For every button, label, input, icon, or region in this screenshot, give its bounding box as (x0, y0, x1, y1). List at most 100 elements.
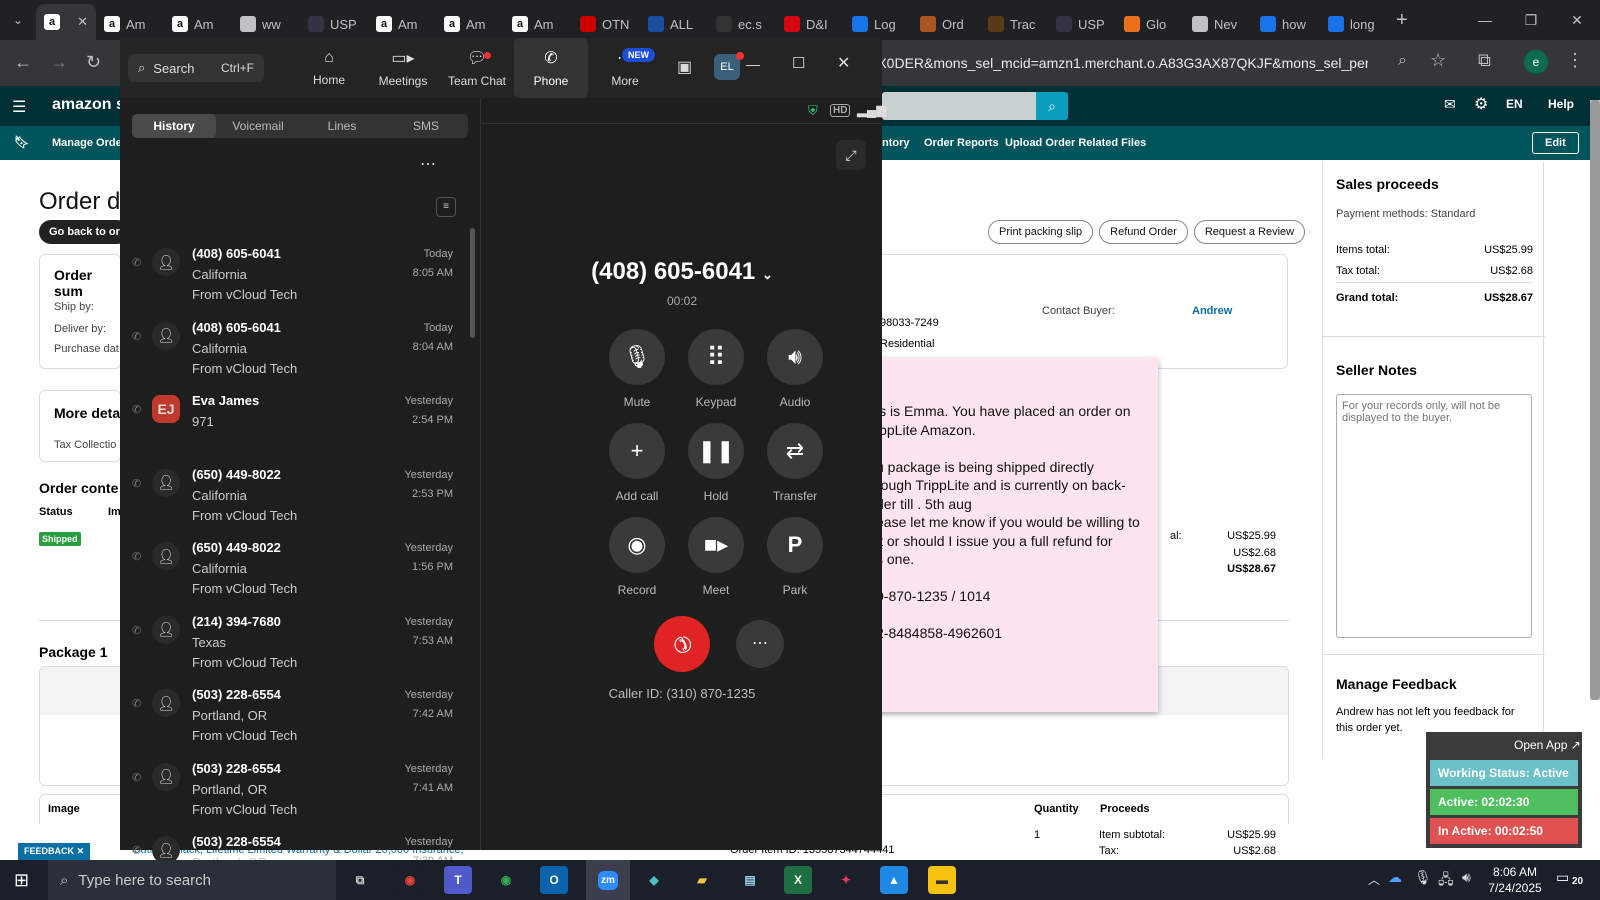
browser-tab[interactable]: a Am (96, 8, 164, 40)
outlook-icon[interactable]: O (540, 866, 568, 894)
mail-icon[interactable]: ✉ (1444, 96, 1456, 113)
browser-tab[interactable]: a Am (504, 8, 572, 40)
browser-tab[interactable]: how (1252, 8, 1320, 40)
browser-tab[interactable]: USP (300, 8, 368, 40)
taskbar-clock[interactable]: 8:06 AM 7/24/2025 (1486, 864, 1544, 896)
browser-tab[interactable]: long (1320, 8, 1388, 40)
nav-manage-orders[interactable]: Manage Order (52, 137, 126, 149)
excel-icon[interactable]: X (784, 866, 812, 894)
reload-icon[interactable]: ↻ (86, 52, 101, 73)
call-history-row[interactable]: ✆ 👤︎ (650) 449-8022 California From vCloud T… (120, 459, 465, 533)
bookmark-icon[interactable]: 🔖︎ (14, 135, 29, 149)
request-review-button[interactable]: Request a Review (1193, 220, 1306, 244)
tab-voicemail[interactable]: Voicemail (216, 114, 300, 138)
task-view-icon[interactable]: ⧉ (346, 866, 374, 894)
speaker-icon[interactable]: 🔊︎ (767, 329, 823, 385)
control-record[interactable]: ◉ Record (592, 517, 682, 597)
microphone-icon[interactable]: 🎙︎ (609, 329, 665, 385)
menu-dots-icon[interactable]: ⋮ (1566, 50, 1584, 71)
park-icon[interactable]: P (767, 517, 823, 573)
browser-tab[interactable]: a Am (436, 8, 504, 40)
tab-lines[interactable]: Lines (300, 114, 384, 138)
back-icon[interactable]: ← (14, 52, 32, 73)
notification-icon[interactable]: ▭ (1556, 869, 1569, 886)
more-call-options-button[interactable]: ⋯ (736, 620, 784, 668)
extensions-icon[interactable]: ⧉ (1478, 50, 1491, 71)
history-scrollbar[interactable] (470, 228, 475, 338)
browser-tab[interactable]: Glo (1116, 8, 1184, 40)
call-history-row[interactable]: ✆ 👤︎ (408) 605-6041 California From vCloud T… (120, 238, 465, 312)
browser-tab[interactable]: ww (232, 8, 300, 40)
chrome-icon[interactable]: ◉ (396, 866, 424, 894)
forward-icon[interactable]: → (50, 52, 68, 73)
nav-order-reports[interactable]: Order Reports (924, 137, 999, 149)
close-icon[interactable]: ✕ (1554, 0, 1600, 40)
browser-tab[interactable]: Trac (980, 8, 1048, 40)
hamburger-icon[interactable]: ☰ (12, 97, 26, 117)
restore-icon[interactable]: ❐ (1508, 0, 1554, 40)
end-call-button[interactable]: ✆ (642, 604, 722, 684)
transfer-icon[interactable]: ⇄ (767, 423, 823, 479)
browser-tab[interactable]: ALL (640, 8, 708, 40)
go-back-button[interactable]: Go back to ord (39, 220, 129, 244)
minimize-icon[interactable]: — (746, 56, 760, 72)
tab-sms[interactable]: SMS (384, 114, 468, 138)
keypad-icon[interactable]: ⠿ (688, 329, 744, 385)
filter-icon[interactable]: ≡ (436, 197, 456, 217)
zoom-taskbar-icon[interactable]: zm (586, 860, 630, 900)
browser-tab[interactable]: ec.s (708, 8, 776, 40)
feedback-tag[interactable]: FEEDBACK ✕ (18, 843, 91, 860)
call-history-row[interactable]: ✆ EJ Eva James 971 Yesterday 2:54 PM (120, 385, 465, 459)
expand-icon[interactable]: ⤢ (836, 140, 866, 170)
zoom-search-input[interactable]: ⌕ Search Ctrl+F (128, 54, 264, 82)
onedrive-icon[interactable]: ☁ (1388, 869, 1402, 886)
control-meet[interactable]: ■▸ Meet (671, 517, 761, 597)
video-icon[interactable]: ■▸ (688, 517, 744, 573)
sticky-notes-icon[interactable]: ▬ (928, 866, 956, 894)
control-keypad[interactable]: ⠿ Keypad (671, 329, 761, 409)
nav-home[interactable]: ⌂ Home (292, 38, 366, 98)
browser-tab[interactable]: a ✕ (36, 4, 96, 40)
star-icon[interactable]: ☆ (1430, 50, 1446, 71)
nav-phone[interactable]: ✆ Phone (514, 38, 588, 98)
browser-tab[interactable]: a Am (164, 8, 232, 40)
browser-tab[interactable]: Nev (1184, 8, 1252, 40)
browser-tab[interactable]: Ord (912, 8, 980, 40)
control-park[interactable]: P Park (750, 517, 840, 597)
teams-icon[interactable]: T (444, 866, 472, 894)
new-tab-button[interactable]: + (1396, 9, 1408, 32)
chrome-profile-icon[interactable]: ◉ (492, 866, 520, 894)
help-link[interactable]: Help (1548, 97, 1574, 111)
calendar-app-icon[interactable]: ▣ (677, 57, 692, 77)
photos-icon[interactable]: ▲ (880, 866, 908, 894)
browser-tab[interactable]: a Am (368, 8, 436, 40)
url-text[interactable]: KX0DER&mons_sel_mcid=amzn1.merchant.o.A8… (868, 47, 1368, 79)
control-audio[interactable]: 🔊︎ Audio (750, 329, 840, 409)
gear-icon[interactable]: ⚙ (1474, 94, 1488, 114)
network-icon[interactable]: 🖧︎ (1438, 869, 1454, 893)
maximize-icon[interactable]: ☐ (792, 54, 805, 72)
nav-more[interactable]: ⋯More (588, 38, 662, 98)
more-options-icon[interactable]: ⋯ (420, 154, 436, 174)
page-scrollbar[interactable] (1590, 100, 1600, 700)
nav-meetings[interactable]: ▭▸ Meetings (366, 38, 440, 98)
open-app-button[interactable]: Open App ↗ (1514, 738, 1581, 752)
call-history-row[interactable]: ✆ 👤︎ (408) 605-6041 California From vCloud T… (120, 312, 465, 386)
edit-button[interactable]: Edit (1532, 132, 1579, 154)
record-icon[interactable]: ◉ (609, 517, 665, 573)
control-mute[interactable]: 🎙︎ Mute (592, 329, 682, 409)
plus-icon[interactable]: + (609, 423, 665, 479)
call-number[interactable]: (408) 605-6041 ⌄ (482, 258, 882, 286)
nav-inventory[interactable]: ntory (882, 137, 910, 149)
tray-expand-icon[interactable]: ︿ (1368, 871, 1380, 888)
call-history-row[interactable]: ✆ 👤︎ (650) 449-8022 California From vCloud T… (120, 532, 465, 606)
app-red-icon[interactable]: ✦ (832, 866, 860, 894)
call-history-row[interactable]: ✆ 👤︎ (503) 228-6554 Portland, OR From vCloud… (120, 679, 465, 753)
minimize-icon[interactable]: — (1462, 0, 1508, 40)
zoom-icon[interactable]: ⌕ (1398, 52, 1407, 70)
tab-history[interactable]: History (132, 114, 216, 138)
print-packing-slip-button[interactable]: Print packing slip (988, 220, 1094, 244)
language-selector[interactable]: EN (1506, 97, 1523, 111)
profile-avatar[interactable]: e (1524, 50, 1548, 74)
search-box[interactable] (882, 92, 1036, 120)
